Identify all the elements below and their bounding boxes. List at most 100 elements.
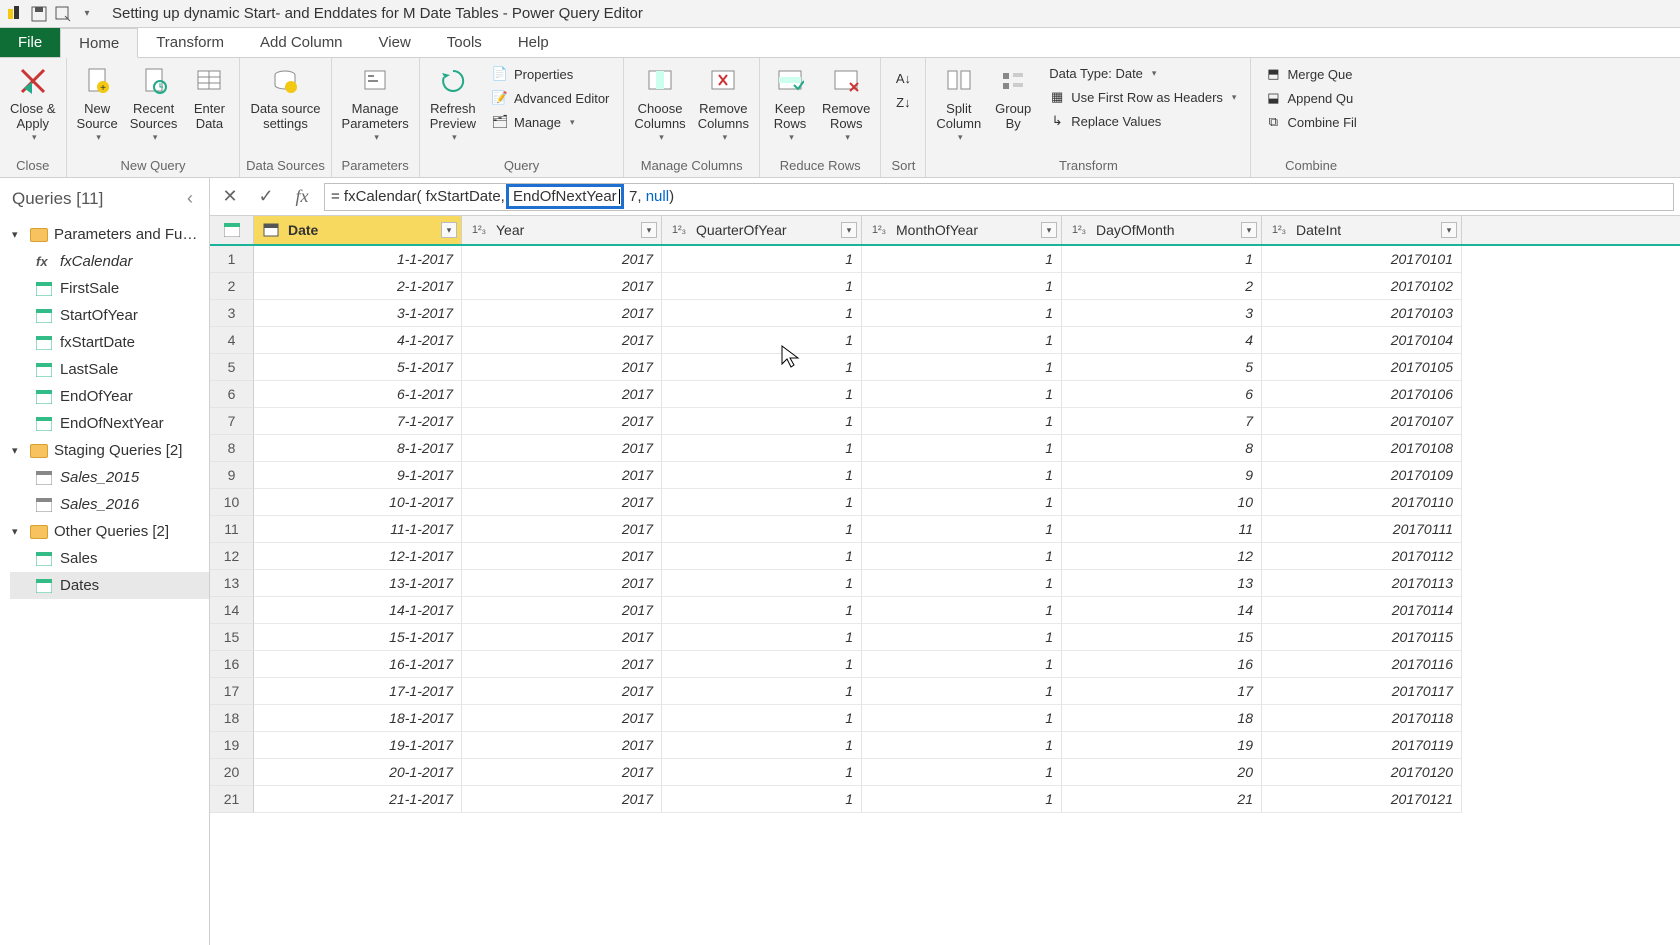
- query-firstsale[interactable]: FirstSale: [10, 275, 209, 302]
- cell-day[interactable]: 1: [1062, 246, 1262, 273]
- table-row[interactable]: 1616-1-20172017111620170116: [210, 651, 1680, 678]
- cell-dateint[interactable]: 20170105: [1262, 354, 1462, 381]
- cell-dateint[interactable]: 20170120: [1262, 759, 1462, 786]
- cell-day[interactable]: 4: [1062, 327, 1262, 354]
- cell-dateint[interactable]: 20170106: [1262, 381, 1462, 408]
- cell-quarter[interactable]: 1: [662, 246, 862, 273]
- cell-dateint[interactable]: 20170110: [1262, 489, 1462, 516]
- cell-date[interactable]: 3-1-2017: [254, 300, 462, 327]
- row-header[interactable]: 18: [210, 705, 254, 732]
- cell-month[interactable]: 1: [862, 597, 1062, 624]
- column-header-quarter[interactable]: 1²₃ QuarterOfYear ▾: [662, 216, 862, 244]
- cell-dateint[interactable]: 20170118: [1262, 705, 1462, 732]
- cell-month[interactable]: 1: [862, 354, 1062, 381]
- cell-day[interactable]: 17: [1062, 678, 1262, 705]
- row-header[interactable]: 8: [210, 435, 254, 462]
- cell-day[interactable]: 2: [1062, 273, 1262, 300]
- filter-dropdown-icon[interactable]: ▾: [1441, 222, 1457, 238]
- cell-month[interactable]: 1: [862, 624, 1062, 651]
- row-header[interactable]: 5: [210, 354, 254, 381]
- merge-queries-button[interactable]: ⬒Merge Que: [1261, 64, 1360, 84]
- cell-year[interactable]: 2017: [462, 543, 662, 570]
- cell-date[interactable]: 13-1-2017: [254, 570, 462, 597]
- cell-day[interactable]: 5: [1062, 354, 1262, 381]
- save-as-icon[interactable]: [52, 3, 74, 25]
- query-dates[interactable]: Dates: [10, 572, 209, 599]
- query-endofyear[interactable]: EndOfYear: [10, 383, 209, 410]
- cell-quarter[interactable]: 1: [662, 273, 862, 300]
- cell-year[interactable]: 2017: [462, 381, 662, 408]
- cell-date[interactable]: 4-1-2017: [254, 327, 462, 354]
- qat-dropdown-icon[interactable]: ▾: [76, 3, 98, 25]
- table-row[interactable]: 1919-1-20172017111920170119: [210, 732, 1680, 759]
- filter-dropdown-icon[interactable]: ▾: [441, 222, 457, 238]
- query-startofyear[interactable]: StartOfYear: [10, 302, 209, 329]
- cell-day[interactable]: 14: [1062, 597, 1262, 624]
- filter-dropdown-icon[interactable]: ▾: [841, 222, 857, 238]
- cell-day[interactable]: 8: [1062, 435, 1262, 462]
- cell-month[interactable]: 1: [862, 327, 1062, 354]
- refresh-preview-button[interactable]: Refresh Preview ▾: [424, 60, 482, 156]
- table-row[interactable]: 1515-1-20172017111520170115: [210, 624, 1680, 651]
- cell-year[interactable]: 2017: [462, 408, 662, 435]
- query-group-parameters[interactable]: ▾ Parameters and Fu…: [10, 221, 209, 248]
- cell-year[interactable]: 2017: [462, 678, 662, 705]
- cell-day[interactable]: 10: [1062, 489, 1262, 516]
- filter-dropdown-icon[interactable]: ▾: [1041, 222, 1057, 238]
- remove-rows-button[interactable]: Remove Rows ▾: [816, 60, 876, 156]
- cell-month[interactable]: 1: [862, 759, 1062, 786]
- table-row[interactable]: 1212-1-20172017111220170112: [210, 543, 1680, 570]
- cell-year[interactable]: 2017: [462, 597, 662, 624]
- cell-date[interactable]: 18-1-2017: [254, 705, 462, 732]
- table-row[interactable]: 1010-1-20172017111020170110: [210, 489, 1680, 516]
- cell-year[interactable]: 2017: [462, 246, 662, 273]
- row-header[interactable]: 4: [210, 327, 254, 354]
- query-group-other[interactable]: ▾ Other Queries [2]: [10, 518, 209, 545]
- cell-month[interactable]: 1: [862, 651, 1062, 678]
- cell-dateint[interactable]: 20170117: [1262, 678, 1462, 705]
- cell-date[interactable]: 10-1-2017: [254, 489, 462, 516]
- cell-month[interactable]: 1: [862, 300, 1062, 327]
- table-row[interactable]: 55-1-2017201711520170105: [210, 354, 1680, 381]
- cell-quarter[interactable]: 1: [662, 705, 862, 732]
- cell-date[interactable]: 20-1-2017: [254, 759, 462, 786]
- cell-quarter[interactable]: 1: [662, 408, 862, 435]
- cell-quarter[interactable]: 1: [662, 327, 862, 354]
- cell-quarter[interactable]: 1: [662, 516, 862, 543]
- query-endofnextyear[interactable]: EndOfNextYear: [10, 410, 209, 437]
- cell-dateint[interactable]: 20170107: [1262, 408, 1462, 435]
- query-group-staging[interactable]: ▾ Staging Queries [2]: [10, 437, 209, 464]
- row-header[interactable]: 13: [210, 570, 254, 597]
- query-sales[interactable]: Sales: [10, 545, 209, 572]
- cell-date[interactable]: 17-1-2017: [254, 678, 462, 705]
- cell-month[interactable]: 1: [862, 435, 1062, 462]
- cell-month[interactable]: 1: [862, 273, 1062, 300]
- cell-date[interactable]: 11-1-2017: [254, 516, 462, 543]
- filter-dropdown-icon[interactable]: ▾: [1241, 222, 1257, 238]
- cell-quarter[interactable]: 1: [662, 732, 862, 759]
- table-row[interactable]: 22-1-2017201711220170102: [210, 273, 1680, 300]
- cell-year[interactable]: 2017: [462, 354, 662, 381]
- sort-desc-button[interactable]: Z↓: [891, 92, 915, 112]
- formula-input[interactable]: = fxCalendar( fxStartDate, EndOfNextYear…: [324, 183, 1674, 211]
- cell-quarter[interactable]: 1: [662, 597, 862, 624]
- save-icon[interactable]: [28, 3, 50, 25]
- cell-month[interactable]: 1: [862, 381, 1062, 408]
- cell-quarter[interactable]: 1: [662, 651, 862, 678]
- column-header-month[interactable]: 1²₃ MonthOfYear ▾: [862, 216, 1062, 244]
- row-header[interactable]: 10: [210, 489, 254, 516]
- cell-quarter[interactable]: 1: [662, 381, 862, 408]
- cell-day[interactable]: 7: [1062, 408, 1262, 435]
- cell-date[interactable]: 21-1-2017: [254, 786, 462, 813]
- collapse-queries-icon[interactable]: ‹: [181, 188, 199, 209]
- cell-dateint[interactable]: 20170108: [1262, 435, 1462, 462]
- cell-day[interactable]: 12: [1062, 543, 1262, 570]
- choose-columns-button[interactable]: Choose Columns ▾: [628, 60, 691, 156]
- cell-year[interactable]: 2017: [462, 516, 662, 543]
- cell-day[interactable]: 6: [1062, 381, 1262, 408]
- sort-asc-button[interactable]: A↓: [891, 68, 915, 88]
- table-row[interactable]: 2121-1-20172017112120170121: [210, 786, 1680, 813]
- cell-day[interactable]: 21: [1062, 786, 1262, 813]
- cell-quarter[interactable]: 1: [662, 462, 862, 489]
- row-header[interactable]: 7: [210, 408, 254, 435]
